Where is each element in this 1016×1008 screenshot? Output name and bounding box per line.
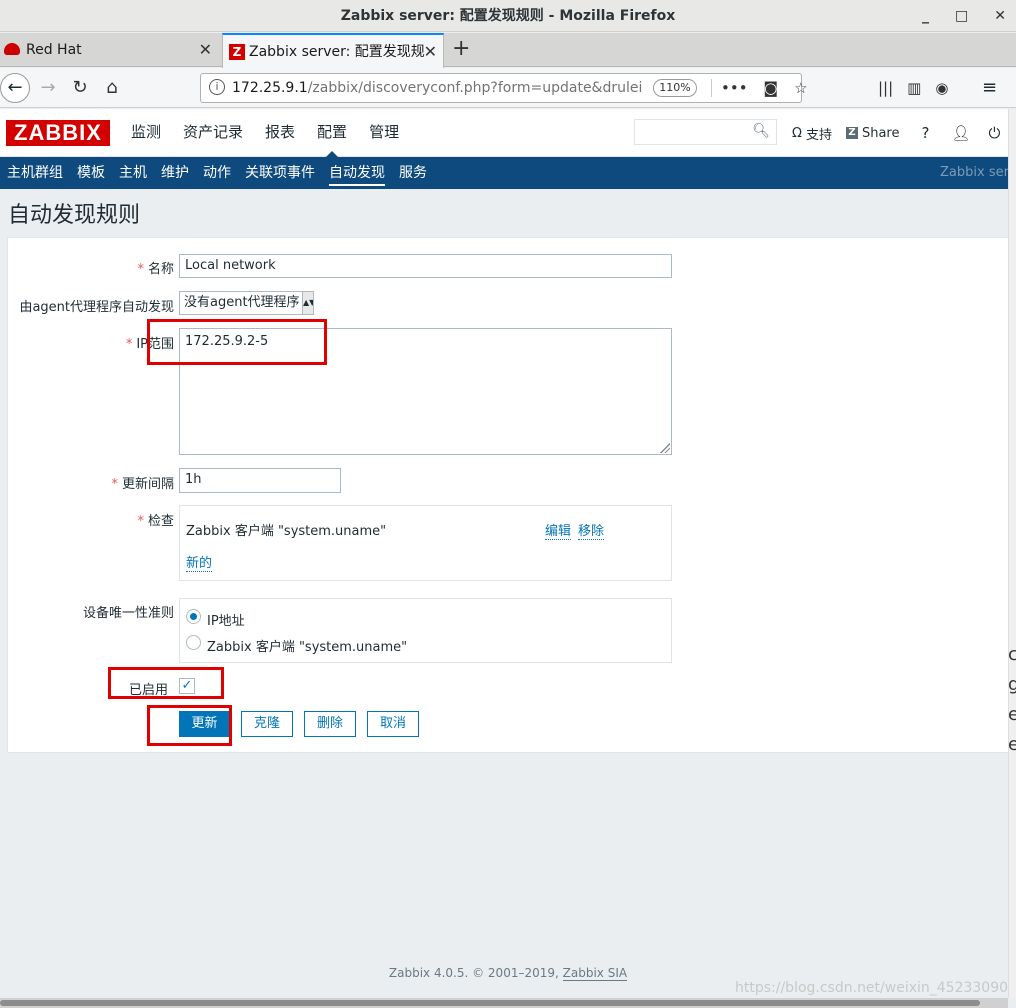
pocket-icon[interactable]: ◙: [764, 74, 779, 102]
close-tab-icon[interactable]: ✕: [424, 35, 437, 69]
window-title: Zabbix server: 配置发现规则 - Mozilla Firefox: [340, 8, 676, 24]
site-info-icon[interactable]: i: [209, 79, 225, 95]
library-icon[interactable]: |||: [878, 74, 893, 102]
support-link[interactable]: Ω 支持: [792, 124, 832, 143]
update-interval-label: * 更新间隔: [111, 477, 174, 492]
dropdown-arrow-icon: ▲▼: [302, 292, 313, 314]
tab-red-hat[interactable]: Red Hat ✕: [0, 33, 218, 67]
zabbix-favicon-icon: Z: [229, 44, 245, 60]
check-remove-link[interactable]: 移除: [578, 520, 605, 540]
submenu-discovery[interactable]: 自动发现: [322, 157, 392, 189]
proxy-label: 由agent代理程序自动发现: [19, 300, 174, 315]
new-tab-icon[interactable]: +: [452, 33, 470, 67]
vertical-scrollbar[interactable]: [1008, 109, 1016, 998]
tab-label: Zabbix server: 配置发现规: [249, 44, 425, 60]
clipped-edge-text: cgee: [1008, 644, 1016, 755]
cancel-button[interactable]: 取消: [367, 711, 419, 737]
menu-administration[interactable]: 管理: [358, 109, 410, 157]
back-arrow-icon[interactable]: ←: [0, 73, 30, 103]
server-name-label: Zabbix server: [940, 165, 1008, 180]
uniq-agent-label: Zabbix 客户端 "system.uname": [207, 640, 408, 655]
account-icon[interactable]: ◉: [935, 74, 948, 102]
checks-label: * 检查: [137, 514, 174, 529]
submenu-correlation[interactable]: 关联项事件: [238, 157, 322, 189]
forward-arrow-icon[interactable]: →: [34, 74, 62, 102]
watermark-text: https://blog.csdn.net/weixin_45233090: [735, 980, 1009, 996]
top-menu: 监测 资产记录 报表 配置 管理: [120, 109, 410, 158]
menu-configuration[interactable]: 配置: [306, 109, 358, 158]
uniq-ip-radio[interactable]: [186, 609, 201, 624]
share-link[interactable]: Z Share: [845, 126, 899, 141]
name-label: * 名称: [137, 262, 174, 277]
proxy-select[interactable]: 没有agent代理程序 ▲▼: [179, 291, 314, 315]
tab-label: Red Hat: [26, 42, 82, 58]
checks-box: Zabbix 客户端 "system.uname" 编辑 移除 新的: [179, 505, 672, 581]
sub-menu-bar: 主机群组 模板 主机 维护 动作 关联项事件 自动发现 服务 Zabbix se…: [0, 157, 1008, 189]
menu-monitoring[interactable]: 监测: [120, 109, 172, 157]
name-input[interactable]: Local network: [179, 254, 672, 278]
home-icon[interactable]: ⌂: [98, 74, 126, 102]
zabbix-sia-link[interactable]: Zabbix SIA: [562, 966, 628, 981]
delete-button[interactable]: 删除: [304, 711, 356, 737]
page-actions-icon[interactable]: •••: [721, 74, 748, 102]
submenu-templates[interactable]: 模板: [70, 157, 112, 189]
submenu-actions[interactable]: 动作: [196, 157, 238, 189]
submenu-maintenance[interactable]: 维护: [154, 157, 196, 189]
browser-toolbar: ← → ↻ ⌂ i 172.25.9.1/zabbix/discoverycon…: [0, 68, 1016, 108]
window-titlebar: Zabbix server: 配置发现规则 - Mozilla Firefox …: [0, 0, 1016, 32]
bookmark-star-icon[interactable]: ☆: [794, 74, 807, 102]
user-profile-icon[interactable]: 👤︎: [951, 124, 970, 142]
search-input[interactable]: 🔍︎: [634, 119, 777, 145]
url-bar[interactable]: i 172.25.9.1/zabbix/discoveryconf.php?fo…: [200, 73, 808, 103]
resize-handle-icon[interactable]: [660, 443, 670, 453]
horizontal-scrollbar[interactable]: [0, 998, 1008, 1008]
update-interval-input[interactable]: 1h: [179, 468, 341, 493]
scrollbar-thumb[interactable]: [0, 1000, 980, 1006]
zabbix-header: ZABBIX 监测 资产记录 报表 配置 管理 🔍︎ Ω 支持 Z Share ? …: [0, 109, 1016, 158]
search-icon[interactable]: 🔍︎: [752, 123, 770, 139]
sign-out-icon[interactable]: ⏻: [988, 124, 1000, 142]
clone-button[interactable]: 克隆: [241, 711, 293, 737]
annotation-update: [147, 705, 232, 746]
uniqueness-box: IP地址 Zabbix 客户端 "system.uname": [179, 598, 672, 663]
sidebar-icon[interactable]: ▥: [907, 74, 921, 102]
submenu-host-groups[interactable]: 主机群组: [0, 157, 70, 189]
annotation-ip-range: [147, 319, 327, 365]
uniq-ip-label: IP地址: [207, 614, 245, 629]
share-z-icon: Z: [845, 127, 858, 139]
reload-icon[interactable]: ↻: [66, 74, 94, 102]
redhat-icon: [4, 43, 20, 55]
tab-strip: Red Hat ✕ Z Zabbix server: 配置发现规 ✕ +: [0, 33, 1016, 68]
submenu-hosts[interactable]: 主机: [112, 157, 154, 189]
uniqueness-label: 设备唯一性准则: [82, 606, 174, 621]
annotation-enabled: [108, 667, 224, 699]
page-footer: Zabbix 4.0.5. © 2001–2019, Zabbix SIA: [388, 966, 628, 981]
tab-zabbix[interactable]: Z Zabbix server: 配置发现规 ✕: [222, 33, 444, 68]
menu-inventory[interactable]: 资产记录: [172, 109, 254, 157]
check-new-link[interactable]: 新的: [186, 552, 213, 572]
close-window-icon[interactable]: ✕: [994, 0, 1006, 32]
headset-icon: Ω: [792, 125, 802, 141]
help-icon[interactable]: ?: [921, 124, 929, 142]
uniq-agent-radio[interactable]: [186, 635, 201, 650]
menu-reports[interactable]: 报表: [254, 109, 306, 157]
check-edit-link[interactable]: 编辑: [545, 520, 572, 540]
zoom-level-badge[interactable]: 110%: [653, 79, 697, 97]
minimize-icon[interactable]: _: [922, 0, 929, 32]
maximize-icon[interactable]: □: [955, 0, 968, 32]
submenu-services[interactable]: 服务: [392, 157, 434, 189]
zabbix-logo[interactable]: ZABBIX: [6, 120, 110, 146]
check-item-text: Zabbix 客户端 "system.uname": [186, 524, 387, 539]
hamburger-menu-icon[interactable]: ≡: [982, 74, 997, 102]
close-tab-icon[interactable]: ✕: [199, 33, 212, 67]
page-title: 自动发现规则: [8, 203, 141, 228]
url-text[interactable]: 172.25.9.1/zabbix/discoveryconf.php?form…: [232, 74, 642, 102]
